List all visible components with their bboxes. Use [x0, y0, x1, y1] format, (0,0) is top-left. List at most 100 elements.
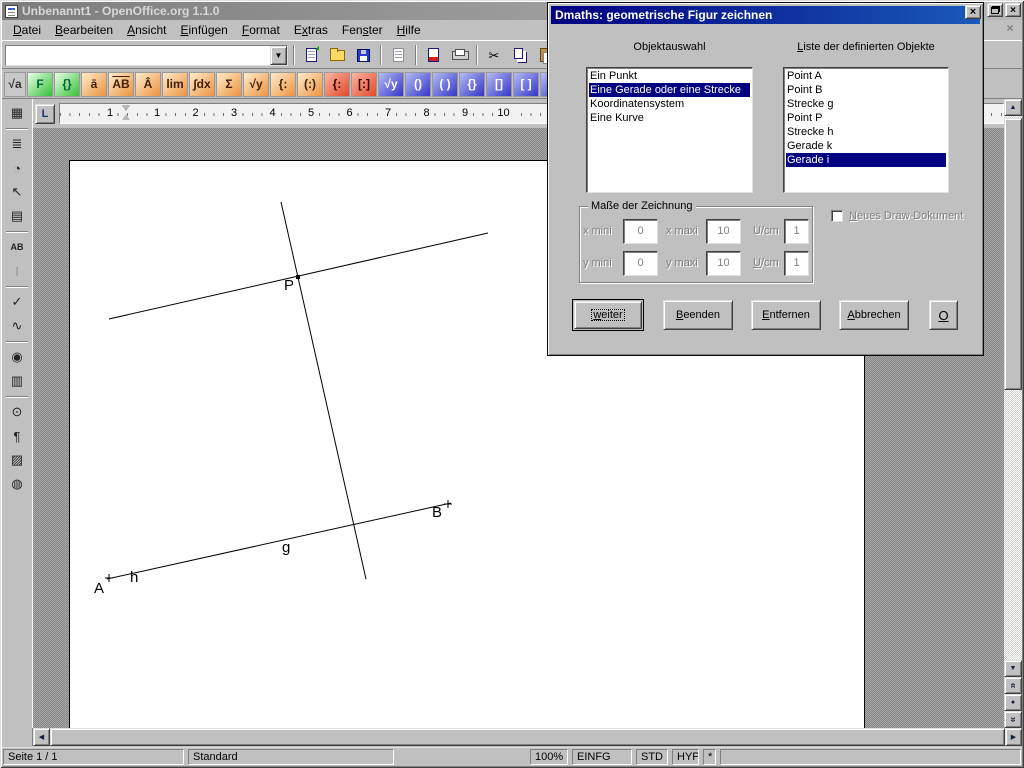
find-replace-icon[interactable]: ◉ — [4, 345, 30, 369]
indent-marker[interactable] — [122, 105, 131, 122]
url-input[interactable] — [6, 46, 270, 65]
scroll-right-icon[interactable]: ▶ — [1005, 728, 1022, 746]
status-page-style[interactable]: Standard — [188, 749, 394, 765]
menu-fenster[interactable]: Fenster — [335, 21, 390, 39]
dmaths-brace-colon-orange-icon[interactable]: {: — [270, 72, 296, 97]
menu-ansicht[interactable]: Ansicht — [120, 21, 173, 39]
objekte-item-point-p[interactable]: Point P — [786, 111, 946, 125]
dmaths-formula-icon[interactable]: √a — [4, 72, 26, 97]
dmaths-limit-icon[interactable]: lim — [162, 72, 188, 97]
status-hyperlink-mode[interactable]: HYP — [672, 749, 699, 765]
data-sources-icon[interactable]: ▥ — [4, 369, 30, 393]
dmaths-brackets-wide-icon[interactable]: [ ] — [513, 72, 539, 97]
menu-extras[interactable]: Extras — [287, 21, 335, 39]
insert-table-icon[interactable]: ▦ — [4, 101, 30, 125]
tab-type-selector[interactable]: L — [35, 104, 55, 124]
spellcheck-icon[interactable]: ✓ — [4, 290, 30, 314]
menu-datei[interactable]: Datei — [6, 21, 48, 39]
dmaths-integral-icon[interactable]: ∫dx — [189, 72, 215, 97]
auto-spellcheck-icon[interactable]: ∿ — [4, 314, 30, 338]
online-layout-icon[interactable]: ◍ — [4, 472, 30, 496]
menu-hilfe[interactable]: Hilfe — [390, 21, 428, 39]
save-button[interactable] — [351, 44, 375, 66]
beenden-button[interactable]: Beenden — [663, 300, 733, 330]
dialog-close-icon[interactable]: × — [965, 5, 981, 19]
next-page-icon[interactable]: » — [1004, 711, 1022, 728]
entfernen-button[interactable]: Entfernen — [751, 300, 821, 330]
scroll-down-icon[interactable]: ▼ — [1004, 660, 1022, 677]
dmaths-parens-large-icon[interactable]: ( ) — [432, 72, 458, 97]
dmaths-sum-icon[interactable]: Σ — [216, 72, 242, 97]
circle-button[interactable]: O — [929, 300, 958, 330]
dmaths-brace-colon-red-icon[interactable]: {: — [324, 72, 350, 97]
show-draw-functions-icon[interactable]: ↖ — [4, 180, 30, 204]
objektauswahl-item-ein-punkt[interactable]: Ein Punkt — [589, 69, 750, 83]
form-functions-icon[interactable]: ▤ — [4, 204, 30, 228]
menu-bearbeiten[interactable]: Bearbeiten — [48, 21, 120, 39]
dmaths-braces-blue-icon[interactable]: {} — [459, 72, 485, 97]
objekte-item-strecke-h[interactable]: Strecke h — [786, 125, 946, 139]
neues-draw-dokument-checkbox[interactable] — [831, 210, 843, 222]
dmaths-braces-green-icon[interactable]: {} — [54, 72, 80, 97]
vertical-scrollbar[interactable]: ▲ ▼ « ● » — [1004, 99, 1022, 728]
dmaths-root-blue-icon[interactable]: √y — [378, 72, 404, 97]
print-icon — [452, 49, 467, 61]
insert-object-icon[interactable]: ◔ — [4, 156, 30, 180]
copy-button[interactable] — [508, 44, 532, 66]
scroll-up-icon[interactable]: ▲ — [1004, 99, 1022, 116]
nonprinting-characters-icon[interactable]: ¶ — [4, 424, 30, 448]
objektauswahl-item-eine-gerade-oder-eine-strecke[interactable]: Eine Gerade oder eine Strecke — [589, 83, 750, 97]
previous-page-icon[interactable]: « — [1004, 677, 1022, 694]
gerade-i[interactable] — [281, 202, 366, 579]
objekte-item-gerade-k[interactable]: Gerade k — [786, 139, 946, 153]
status-zoom[interactable]: 100% — [530, 749, 568, 765]
objektauswahl-item-koordinatensystem[interactable]: Koordinatensystem — [589, 97, 750, 111]
objekte-item-point-a[interactable]: Point A — [786, 69, 946, 83]
objekte-item-strecke-g[interactable]: Strecke g — [786, 97, 946, 111]
horizontal-scrollbar[interactable]: ◀ ▶ — [2, 728, 1022, 746]
close-button[interactable]: × — [1005, 3, 1021, 17]
point-p-marker[interactable] — [296, 275, 300, 279]
restore-button[interactable] — [987, 3, 1003, 17]
edit-file-button[interactable] — [386, 44, 410, 66]
objektauswahl-listbox[interactable]: Ein PunktEine Gerade oder eine StreckeKo… — [586, 67, 753, 193]
strecke-g-h[interactable] — [107, 503, 451, 579]
dmaths-paren-colon-orange-icon[interactable]: (:) — [297, 72, 323, 97]
dmaths-parens-small-icon[interactable]: () — [405, 72, 431, 97]
direct-cursor-icon[interactable]: I — [4, 259, 30, 283]
autotext-icon[interactable]: AB — [4, 235, 30, 259]
dmaths-root-orange-icon[interactable]: √y — [243, 72, 269, 97]
print-button[interactable] — [447, 44, 471, 66]
status-selection-mode[interactable]: STD — [636, 749, 668, 765]
objekte-item-point-b[interactable]: Point B — [786, 83, 946, 97]
cut-button[interactable]: ✂ — [482, 44, 506, 66]
menu-format[interactable]: Format — [235, 21, 287, 39]
combo-dropdown-icon[interactable]: ▼ — [270, 46, 287, 65]
status-insert-mode[interactable]: EINFG — [572, 749, 632, 765]
insert-fields-icon[interactable]: ≣ — [4, 132, 30, 156]
scroll-left-icon[interactable]: ◀ — [33, 728, 50, 746]
weiter-button[interactable]: weiter — [572, 299, 644, 331]
status-page[interactable]: Seite 1 / 1 — [3, 749, 184, 765]
objekte-listbox[interactable]: Point APoint BStrecke gPoint PStrecke hG… — [783, 67, 949, 193]
menu-einfügen[interactable]: Einfügen — [173, 21, 234, 39]
objekte-item-gerade-i[interactable]: Gerade i — [786, 153, 946, 167]
zoom-icon[interactable]: ⊙ — [4, 400, 30, 424]
dmaths-function-green-icon[interactable]: F — [27, 72, 53, 97]
abbrechen-button[interactable]: Abbrechen — [839, 300, 909, 330]
dmaths-segment-ab-icon[interactable]: AB — [108, 72, 134, 97]
new-document-button[interactable] — [299, 44, 323, 66]
dmaths-vector-a-icon[interactable]: ā — [81, 72, 107, 97]
vertical-scroll-thumb[interactable] — [1004, 118, 1022, 390]
open-button[interactable] — [325, 44, 349, 66]
horizontal-scroll-thumb[interactable] — [50, 728, 1005, 746]
objektauswahl-item-eine-kurve[interactable]: Eine Kurve — [589, 111, 750, 125]
url-combo[interactable]: ▼ — [5, 45, 288, 66]
navigation-icon[interactable]: ● — [1004, 694, 1022, 711]
graphics-on-off-icon[interactable]: ▨ — [4, 448, 30, 472]
dmaths-bracket-colon-red-icon[interactable]: [:] — [351, 72, 377, 97]
dmaths-brackets-thin-icon[interactable]: [] — [486, 72, 512, 97]
dmaths-angle-a-icon[interactable]: Â — [135, 72, 161, 97]
export-pdf-button[interactable] — [421, 44, 445, 66]
ruler-number-1: 1 — [152, 107, 162, 120]
